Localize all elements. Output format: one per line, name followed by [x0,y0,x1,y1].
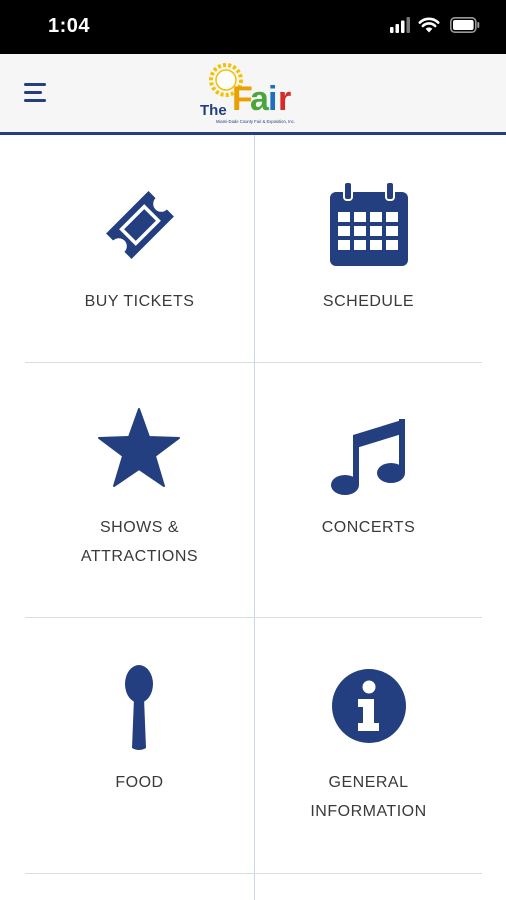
svg-text:i: i [268,80,277,118]
tile-shows-attractions[interactable]: SHOWS & ATTRACTIONS [25,363,254,617]
tile-label-line: SCHEDULE [322,293,415,310]
app-header: The F a i r Miami-Dade County Fair & Exp… [0,54,506,135]
tile-label-line: SHOWS & [99,519,180,536]
tile-schedule[interactable]: SCHEDULE [255,135,482,362]
hamburger-menu-icon [24,83,46,102]
tile-label-food: FOOD [25,768,254,797]
logo-tagline: Miami-Dade County Fair & Exposition, Inc… [216,119,295,124]
tile-label-line: ATTRACTIONS [80,548,199,565]
signal-icon [390,17,410,33]
tile-label-line: GENERAL [328,774,409,791]
calendar-icon [330,182,408,266]
tile-general-information[interactable]: GENERAL INFORMATION [255,618,482,873]
wifi-icon [418,17,440,33]
tile-label-line: CONCERTS [321,519,416,536]
tile-food[interactable]: FOOD [25,618,254,873]
status-bar: 1:04 [0,0,506,54]
grid-divider-horizontal [25,873,482,874]
menu-grid: BUY TICKETS SCHEDULE SHOWS & ATTRACTIONS [0,135,506,900]
logo-word-the: The [200,102,227,119]
tile-buy-tickets[interactable]: BUY TICKETS [25,135,254,362]
battery-icon [450,17,480,33]
status-time: 1:04 [48,15,91,37]
tile-label-shows-attractions: SHOWS & ATTRACTIONS [25,513,254,571]
logo-word-fair: F a i r [232,80,291,118]
fair-logo[interactable]: The F a i r Miami-Dade County Fair & Exp… [198,60,310,126]
tile-label-line: BUY TICKETS [84,293,195,310]
svg-text:a: a [250,80,270,118]
star-icon [98,408,180,487]
tile-label-schedule: SCHEDULE [255,287,482,316]
music-note-icon [331,419,405,495]
menu-button[interactable] [22,80,52,106]
tile-label-line: INFORMATION [310,803,427,820]
svg-text:r: r [278,80,291,118]
tile-concerts[interactable]: CONCERTS [255,363,482,617]
tile-label-buy-tickets: BUY TICKETS [25,287,254,316]
ticket-icon [106,191,174,259]
tile-label-line: FOOD [115,774,164,791]
tile-label-general-information: GENERAL INFORMATION [255,768,482,826]
info-icon [332,669,406,743]
tile-label-concerts: CONCERTS [255,513,482,542]
spoon-icon [125,665,153,750]
